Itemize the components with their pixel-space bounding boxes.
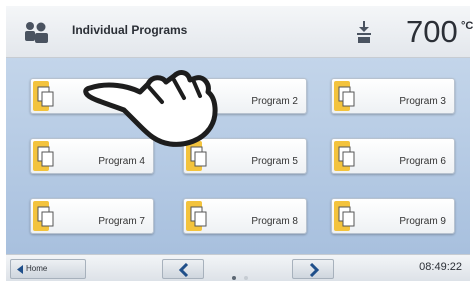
program-label: Program 4 — [98, 156, 145, 167]
footer-bar: Home 08:49:22 — [6, 254, 470, 281]
chevron-left-icon — [178, 263, 189, 277]
back-arrow-icon — [17, 265, 23, 274]
program-doc-icon — [37, 86, 54, 107]
program-button-9[interactable]: Program 9 — [331, 198, 455, 234]
temperature-unit: °C — [461, 20, 474, 32]
home-button[interactable]: Home — [10, 259, 86, 279]
next-page-button[interactable] — [292, 259, 334, 279]
previous-page-button[interactable] — [162, 259, 204, 279]
users-icon[interactable] — [22, 20, 52, 44]
program-button-4[interactable]: Program 4 — [30, 138, 154, 174]
temperature-value: 700 — [406, 14, 458, 49]
program-label: Program 6 — [399, 156, 446, 167]
home-label: Home — [26, 264, 48, 273]
program-label: Program 8 — [251, 216, 298, 227]
program-button-8[interactable]: Program 8 — [183, 198, 307, 234]
screen: Individual Programs 700 °C Program 2 Pro… — [0, 0, 476, 285]
program-doc-icon — [338, 146, 355, 167]
program-label: Program 2 — [251, 96, 298, 107]
program-button-7[interactable]: Program 7 — [30, 198, 154, 234]
program-button-5[interactable]: Program 5 — [183, 138, 307, 174]
program-label: Program 7 — [98, 216, 145, 227]
program-doc-icon — [190, 206, 207, 227]
program-doc-icon — [190, 146, 207, 167]
program-doc-icon — [338, 206, 355, 227]
program-doc-icon — [338, 86, 355, 107]
standby-icon[interactable] — [356, 20, 372, 44]
header-bar: Individual Programs 700 °C — [6, 6, 474, 58]
program-doc-icon — [37, 206, 54, 227]
chevron-right-icon — [309, 263, 320, 277]
page-indicator — [232, 267, 262, 280]
program-label: Program 5 — [251, 156, 298, 167]
program-label: Program 3 — [399, 96, 446, 107]
program-grid: Program 2 Program 3 Program 4 Program 5 … — [6, 58, 470, 254]
program-button-3[interactable]: Program 3 — [331, 78, 455, 114]
program-label: Program 9 — [399, 216, 446, 227]
program-doc-icon — [37, 146, 54, 167]
program-button-1[interactable] — [30, 78, 154, 114]
clock-time: 08:49:22 — [419, 261, 462, 273]
page-dot — [232, 276, 236, 280]
page-dot — [244, 276, 249, 280]
program-doc-icon — [190, 86, 207, 107]
page-title: Individual Programs — [72, 23, 188, 37]
program-button-2[interactable]: Program 2 — [183, 78, 307, 114]
program-button-6[interactable]: Program 6 — [331, 138, 455, 174]
